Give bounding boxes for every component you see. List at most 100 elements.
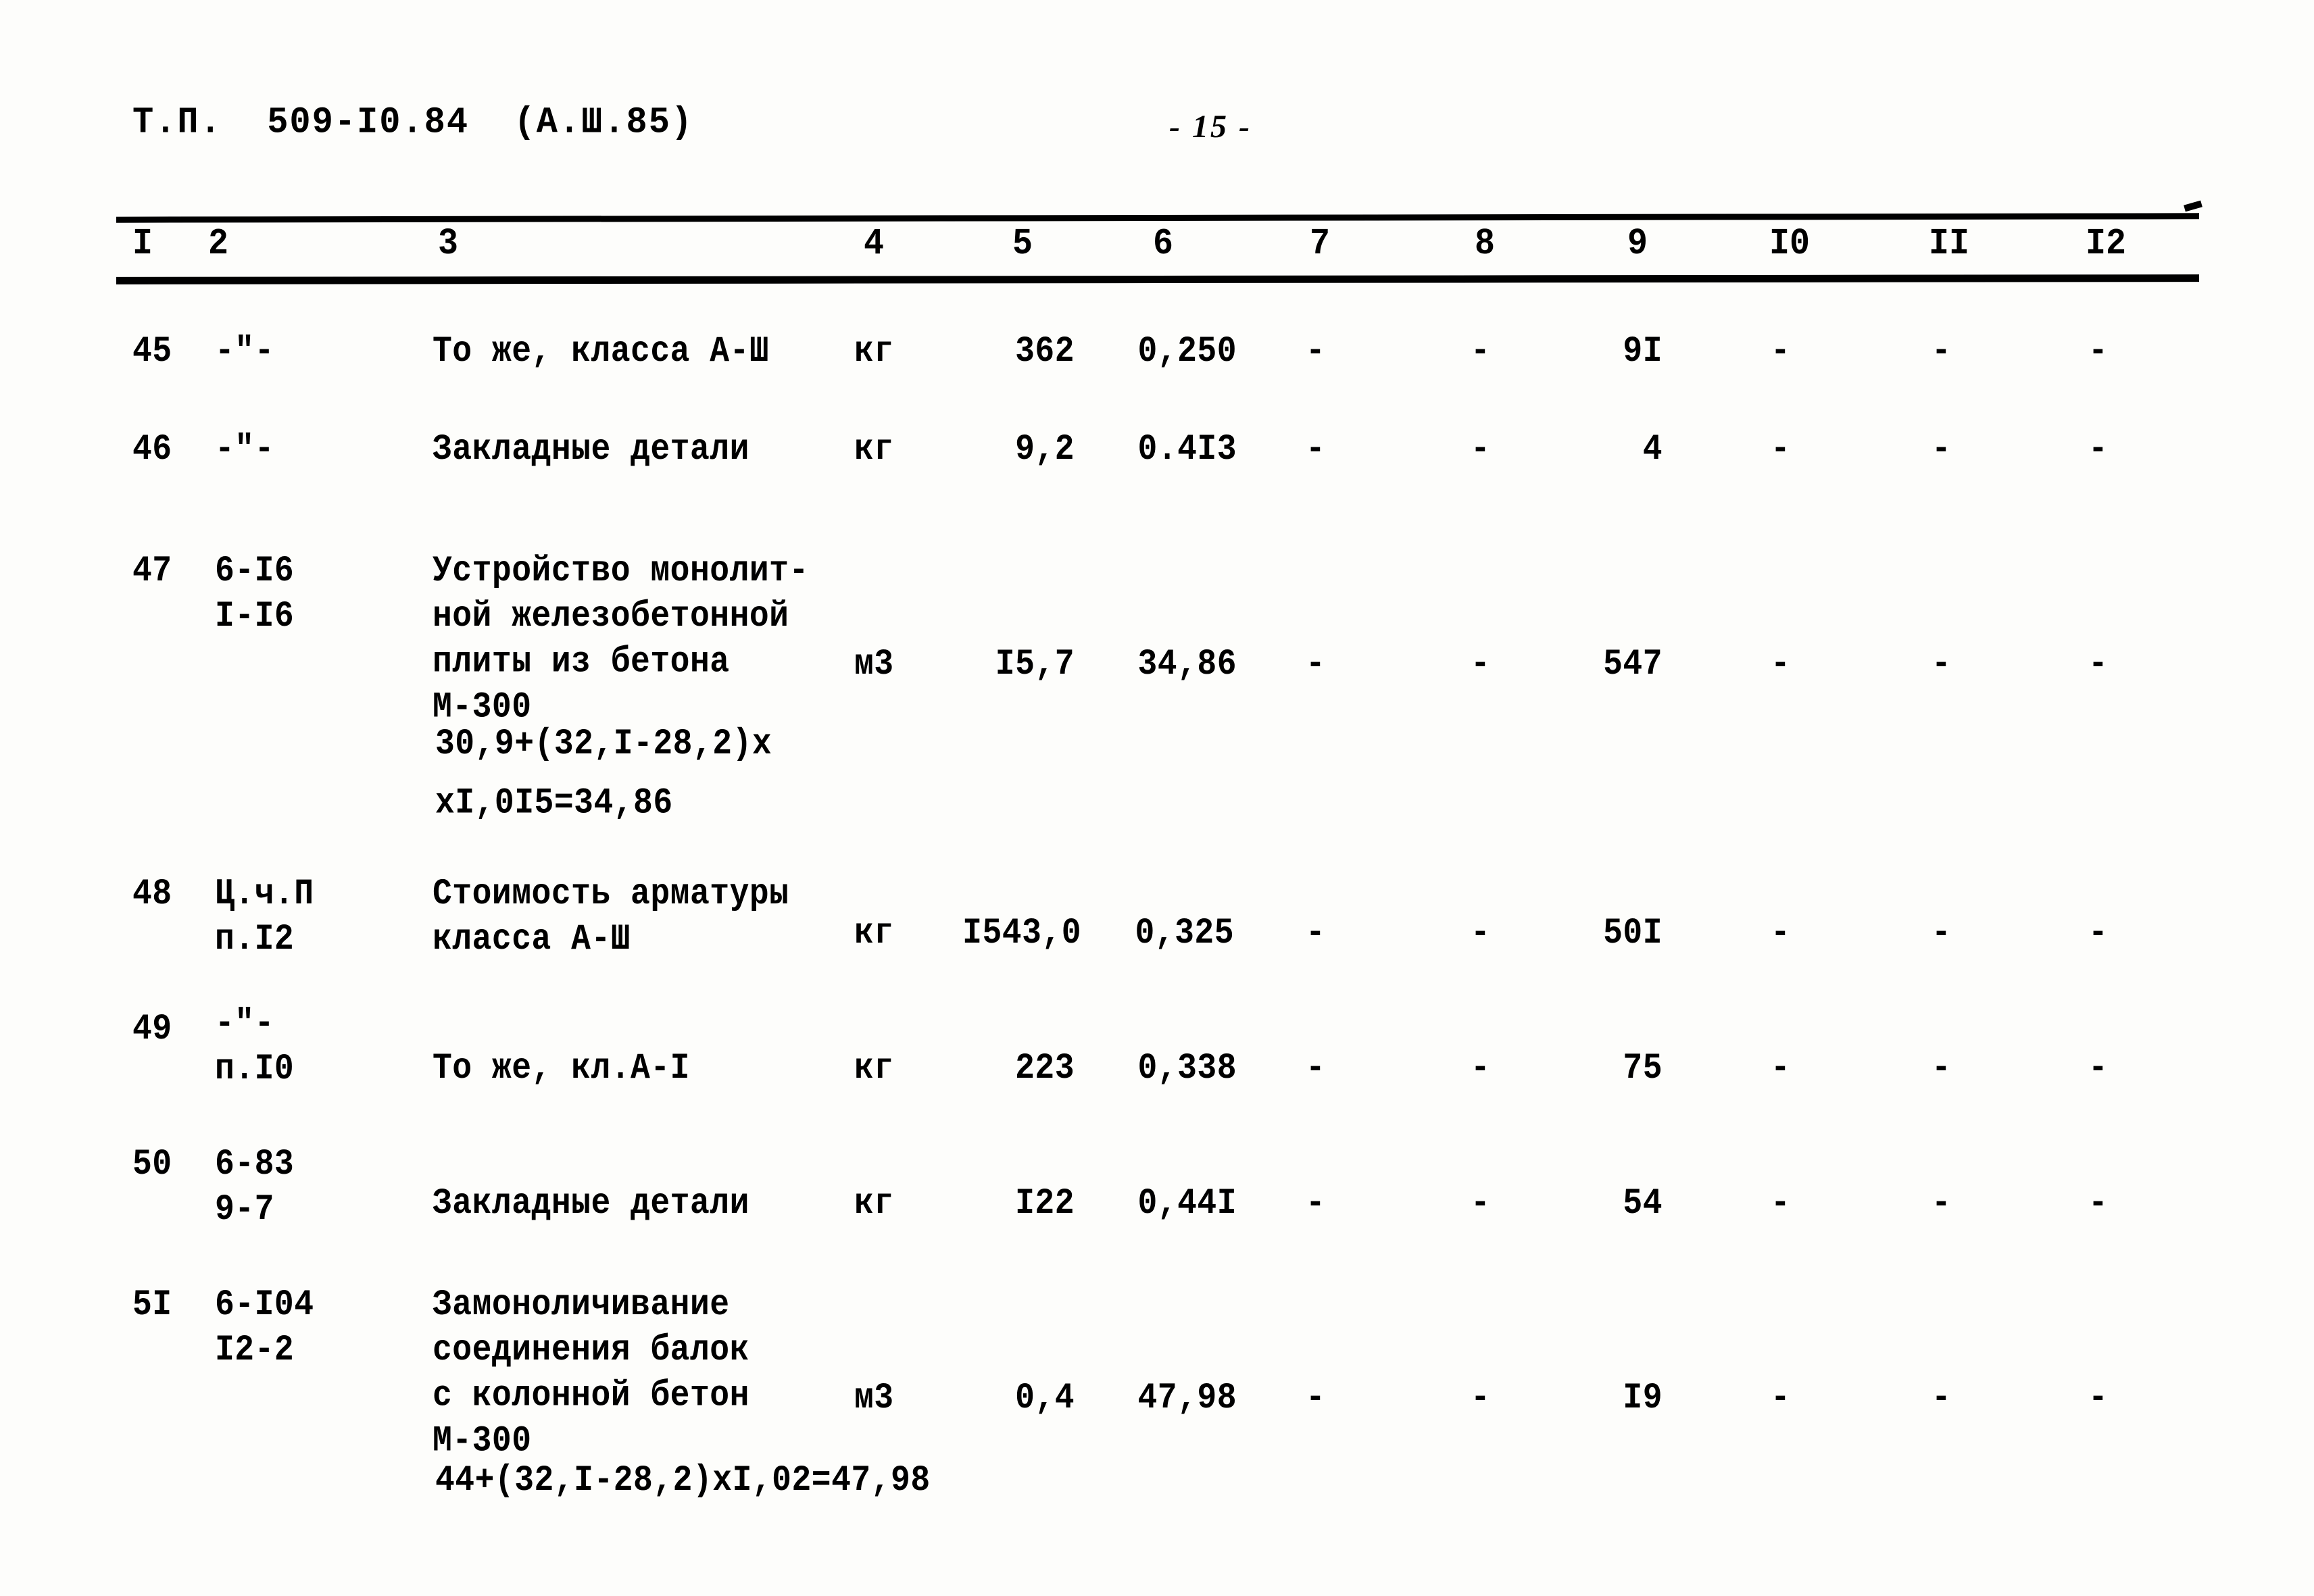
row-48-description: Стоимость арматуры класса А-Ш bbox=[433, 874, 789, 961]
row-48-col10: - bbox=[1771, 913, 1790, 954]
row-50-unit: кг bbox=[854, 1183, 894, 1224]
row-49-col6: 0,338 bbox=[1137, 1048, 1237, 1089]
row-51-description: Замоноличивание соединения балок с колон… bbox=[433, 1285, 749, 1462]
row-47-col8: - bbox=[1471, 644, 1490, 685]
document-header-code: Т.П. 509-I0.84 (А.Ш.85) bbox=[132, 101, 694, 144]
row-47-formula: 30,9+(32,I-28,2)х хI,0I5=34,86 bbox=[435, 724, 772, 824]
row-49-description: То же, кл.А-I bbox=[433, 1048, 690, 1089]
row-49-code: -"- п.I0 bbox=[215, 1003, 295, 1091]
row-45-col8: - bbox=[1471, 331, 1490, 372]
row-46-col11: - bbox=[1931, 429, 1951, 470]
row-46-col6: 0.4I3 bbox=[1137, 429, 1237, 470]
row-45-unit: кг bbox=[854, 331, 894, 372]
row-48-unit: кг bbox=[854, 913, 894, 954]
row-48-col8: - bbox=[1471, 913, 1490, 954]
row-45-col11: - bbox=[1931, 331, 1951, 372]
row-48-code: Ц.ч.П п.I2 bbox=[215, 874, 314, 961]
row-50-col6: 0,44I bbox=[1137, 1183, 1237, 1224]
row-47-col5: I5,7 bbox=[995, 644, 1075, 685]
row-50-col11: - bbox=[1931, 1183, 1951, 1224]
document-page: Т.П. 509-I0.84 (А.Ш.85) - 15 - I 2 3 4 5… bbox=[0, 0, 2314, 1596]
row-49-col12: - bbox=[2088, 1048, 2108, 1089]
row-46-col7: - bbox=[1306, 429, 1325, 470]
column-header-1: I bbox=[132, 223, 153, 266]
row-50-col8: - bbox=[1471, 1183, 1490, 1224]
row-48-col6: 0,325 bbox=[1135, 913, 1234, 954]
column-header-8: 8 bbox=[1475, 223, 1496, 266]
row-50-col5: I22 bbox=[1015, 1183, 1075, 1224]
row-48-col12: - bbox=[2088, 913, 2108, 954]
row-48-col11: - bbox=[1931, 913, 1951, 954]
row-46-unit: кг bbox=[854, 429, 894, 470]
column-header-3: 3 bbox=[438, 223, 459, 266]
row-49-col9: 75 bbox=[1623, 1048, 1663, 1089]
row-51-col12: - bbox=[2088, 1378, 2108, 1419]
row-51-col6: 47,98 bbox=[1137, 1378, 1237, 1419]
row-45-col12: - bbox=[2088, 331, 2108, 372]
row-50-col9: 54 bbox=[1623, 1183, 1663, 1224]
column-header-10: I0 bbox=[1769, 223, 1811, 266]
row-45-description: То же, класса А-Ш bbox=[433, 331, 770, 372]
table-top-rule-tick bbox=[2184, 200, 2202, 212]
column-header-12: I2 bbox=[2086, 223, 2127, 266]
row-48-col7: - bbox=[1306, 913, 1325, 954]
row-46-col8: - bbox=[1471, 429, 1490, 470]
table-row: 48 bbox=[132, 874, 172, 915]
row-47-col7: - bbox=[1306, 644, 1325, 685]
page-number: - 15 - bbox=[1169, 109, 1252, 145]
row-45-col6: 0,250 bbox=[1137, 331, 1237, 372]
table-row: 49 bbox=[132, 1009, 172, 1050]
row-46-description: Закладные детали bbox=[433, 429, 749, 470]
row-46-code: -"- bbox=[215, 429, 274, 470]
row-47-col6: 34,86 bbox=[1137, 644, 1237, 685]
table-row: 50 bbox=[132, 1144, 172, 1185]
table-row: 45 bbox=[132, 331, 172, 372]
row-45-col7: - bbox=[1306, 331, 1325, 372]
row-47-col9: 547 bbox=[1603, 644, 1663, 685]
table-row: 46 bbox=[132, 429, 172, 470]
row-51-col9: I9 bbox=[1623, 1378, 1663, 1419]
column-header-4: 4 bbox=[864, 223, 885, 266]
row-45-col5: 362 bbox=[1015, 331, 1075, 372]
table-header-bottom-rule bbox=[116, 274, 2200, 284]
row-50-code: 6-83 9-7 bbox=[215, 1144, 295, 1231]
row-49-unit: кг bbox=[854, 1048, 894, 1089]
row-51-code: 6-I04 I2-2 bbox=[215, 1285, 314, 1372]
row-47-description: Устройство монолит- ной железобетонной п… bbox=[433, 551, 809, 728]
row-47-unit: м3 bbox=[854, 644, 894, 685]
column-header-2: 2 bbox=[208, 223, 229, 266]
row-51-col10: - bbox=[1771, 1378, 1790, 1419]
column-header-6: 6 bbox=[1153, 223, 1174, 266]
row-45-col9: 9I bbox=[1623, 331, 1663, 372]
row-46-col10: - bbox=[1771, 429, 1790, 470]
row-49-col10: - bbox=[1771, 1048, 1790, 1089]
row-47-col12: - bbox=[2088, 644, 2108, 685]
row-51-col8: - bbox=[1471, 1378, 1490, 1419]
column-header-9: 9 bbox=[1627, 223, 1648, 266]
column-header-5: 5 bbox=[1012, 223, 1033, 266]
row-49-col11: - bbox=[1931, 1048, 1951, 1089]
row-45-code: -"- bbox=[215, 331, 274, 372]
row-47-code: 6-I6 I-I6 bbox=[215, 551, 295, 638]
row-50-description: Закладные детали bbox=[433, 1183, 749, 1224]
row-51-formula: 44+(32,I-28,2)хI,02=47,98 bbox=[435, 1460, 931, 1501]
row-48-col9: 50I bbox=[1603, 913, 1663, 954]
table-row: 47 bbox=[132, 551, 172, 592]
table-row: 5I bbox=[132, 1285, 172, 1326]
table-top-rule bbox=[116, 213, 2200, 223]
row-49-col8: - bbox=[1471, 1048, 1490, 1089]
row-46-col5: 9,2 bbox=[1015, 429, 1075, 470]
row-51-col7: - bbox=[1306, 1378, 1325, 1419]
row-46-col12: - bbox=[2088, 429, 2108, 470]
row-49-col5: 223 bbox=[1015, 1048, 1075, 1089]
row-48-col5: I543,0 bbox=[962, 913, 1081, 954]
column-header-11: II bbox=[1929, 223, 1970, 266]
row-49-col7: - bbox=[1306, 1048, 1325, 1089]
row-50-col12: - bbox=[2088, 1183, 2108, 1224]
row-50-col10: - bbox=[1771, 1183, 1790, 1224]
row-47-col11: - bbox=[1931, 644, 1951, 685]
row-51-col11: - bbox=[1931, 1378, 1951, 1419]
row-51-unit: м3 bbox=[854, 1378, 894, 1419]
row-51-col5: 0,4 bbox=[1015, 1378, 1075, 1419]
row-46-col9: 4 bbox=[1642, 429, 1663, 470]
